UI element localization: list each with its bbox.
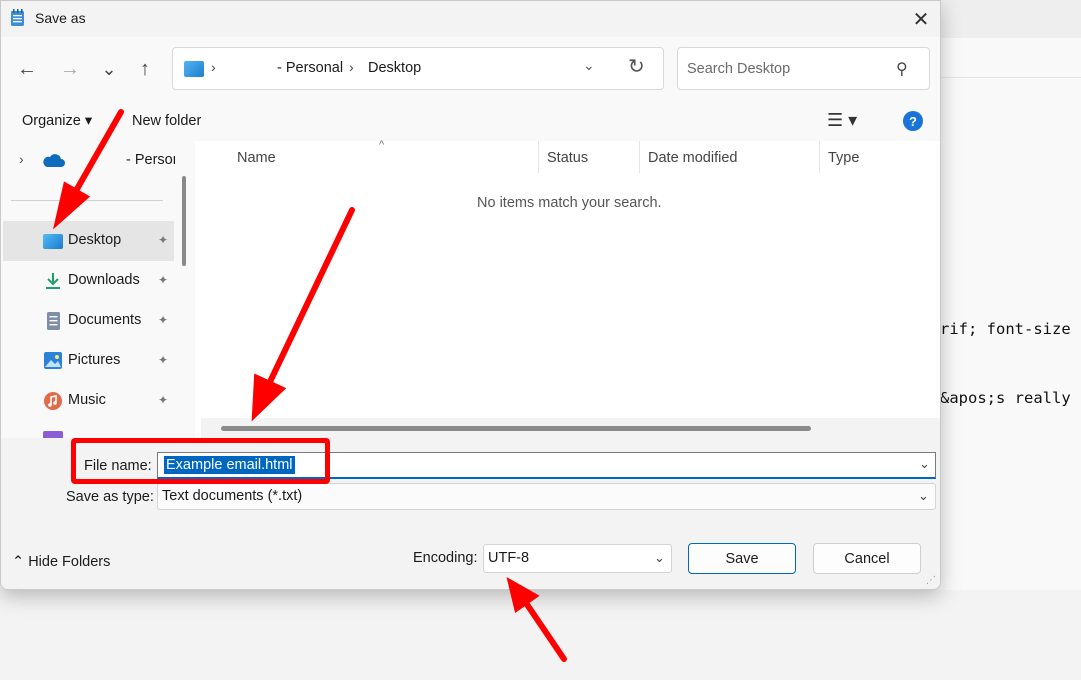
desktop-folder-icon <box>184 61 204 77</box>
column-divider[interactable] <box>538 141 539 173</box>
desktop-icon <box>43 234 63 249</box>
sidebar-item-desktop[interactable]: Desktop ✦ <box>3 221 174 261</box>
breadcrumb-desktop[interactable]: Desktop <box>368 60 421 76</box>
music-icon <box>44 392 62 410</box>
back-arrow-icon: ← <box>17 57 37 80</box>
navigation-scrollbar[interactable] <box>175 141 195 438</box>
forward-arrow-icon: → <box>60 57 80 80</box>
view-options-icon[interactable]: ☰ ▾ <box>827 110 857 131</box>
background-area <box>0 590 1081 680</box>
recent-locations-button[interactable]: ⌄ <box>91 51 127 87</box>
up-arrow-icon: ↑ <box>140 57 150 80</box>
save-as-type-label: Save as type: <box>66 489 154 505</box>
notepad-icon <box>11 9 24 26</box>
address-bar[interactable]: › - Personal › Desktop ⌄ ↻ <box>172 47 664 90</box>
empty-state-message: No items match your search. <box>477 195 662 211</box>
save-as-type-value: Text documents (*.txt) <box>162 488 303 504</box>
cancel-button[interactable]: Cancel <box>813 543 921 574</box>
close-icon: ✕ <box>912 8 930 31</box>
dialog-footer: ⌃ Hide Folders Encoding: UTF-8 ⌄ Save Ca… <box>1 520 940 589</box>
sidebar-divider <box>11 200 163 201</box>
chevron-down-icon: ⌄ <box>101 58 117 79</box>
encoding-select[interactable]: UTF-8 ⌄ <box>483 544 672 573</box>
expand-chevron-icon[interactable]: › <box>19 151 24 167</box>
search-input[interactable]: Search Desktop ⚲ <box>677 47 930 90</box>
pin-icon: ✦ <box>158 393 169 407</box>
horizontal-scrollbar[interactable] <box>201 418 940 438</box>
new-folder-button[interactable]: New folder <box>132 113 201 129</box>
pin-icon: ✦ <box>158 233 169 247</box>
resize-grip-icon[interactable]: ⋰ <box>926 575 936 586</box>
pictures-icon <box>44 352 62 369</box>
scrollbar-thumb[interactable] <box>221 426 811 431</box>
sidebar-item-label: Desktop <box>68 232 122 248</box>
download-icon <box>46 273 60 289</box>
sidebar-item-label: Music <box>68 392 106 408</box>
save-button[interactable]: Save <box>688 543 796 574</box>
back-button[interactable]: ← <box>9 51 45 87</box>
command-bar: Organize ▾ New folder ☰ ▾ ? <box>1 101 940 141</box>
pin-icon: ✦ <box>158 353 169 367</box>
hide-folders-button[interactable]: ⌃ Hide Folders <box>12 554 110 570</box>
sort-arrow-icon: ^ <box>379 139 385 151</box>
address-dropdown-icon[interactable]: ⌄ <box>583 57 595 74</box>
sidebar-item-label: Documents <box>68 312 142 328</box>
sidebar-item-label: Downloads <box>68 272 140 288</box>
breadcrumb-chevron-icon[interactable]: › <box>349 59 354 75</box>
sidebar-item-downloads[interactable]: Downloads ✦ <box>3 261 174 301</box>
sidebar-item-music[interactable]: Music ✦ <box>3 381 174 421</box>
pin-icon: ✦ <box>158 273 169 287</box>
column-header-name[interactable]: Name <box>237 150 276 166</box>
dialog-title: Save as <box>35 10 86 26</box>
refresh-icon[interactable]: ↻ <box>628 54 645 79</box>
hide-folders-label: Hide Folders <box>28 554 111 570</box>
search-placeholder: Search Desktop <box>687 61 791 77</box>
column-header-status[interactable]: Status <box>547 150 588 166</box>
breadcrumb-personal[interactable]: - Personal <box>277 60 343 76</box>
background-code-line: &apos;s really <box>940 389 1071 407</box>
up-button[interactable]: ↑ <box>127 51 163 87</box>
column-divider[interactable] <box>639 141 640 173</box>
background-tab-bar <box>940 38 1081 78</box>
documents-icon <box>47 312 60 330</box>
file-list: ^ Name Status Date modified Type No item… <box>195 139 940 438</box>
forward-button[interactable]: → <box>52 51 88 87</box>
background-title-bar <box>940 0 1081 38</box>
chevron-down-icon[interactable]: ⌄ <box>918 488 929 504</box>
chevron-down-icon[interactable]: ⌄ <box>654 550 665 566</box>
column-header-type[interactable]: Type <box>828 150 859 166</box>
pin-icon: ✦ <box>158 313 169 327</box>
sidebar-item-pictures[interactable]: Pictures ✦ <box>3 341 174 381</box>
sidebar-item-videos-partial[interactable] <box>3 425 174 438</box>
videos-icon <box>43 431 63 438</box>
onedrive-cloud-icon <box>43 154 65 167</box>
save-as-dialog: Save as ✕ ← → ⌄ ↑ › - Personal › Desktop… <box>0 0 941 590</box>
column-divider[interactable] <box>819 141 820 173</box>
chevron-up-icon: ⌃ <box>12 554 25 570</box>
navigation-pane: › - Persona Desktop ✦ Downloads ✦ <box>1 141 175 438</box>
annotation-highlight-box <box>71 438 330 484</box>
sidebar-item-onedrive[interactable]: › - Persona <box>3 141 175 181</box>
search-icon: ⚲ <box>896 61 908 78</box>
chevron-down-icon[interactable]: ⌄ <box>919 456 930 472</box>
column-header-date-modified[interactable]: Date modified <box>648 150 737 166</box>
sidebar-item-label: - Persona <box>126 152 175 168</box>
sidebar-item-label: Pictures <box>68 352 121 368</box>
help-icon[interactable]: ? <box>903 111 923 131</box>
sidebar-item-documents[interactable]: Documents ✦ <box>3 301 174 341</box>
organize-menu-button[interactable]: Organize ▾ <box>22 113 92 129</box>
navigation-bar: ← → ⌄ ↑ › - Personal › Desktop ⌄ ↻ Searc… <box>1 37 940 101</box>
title-bar: Save as ✕ <box>1 1 940 37</box>
encoding-value: UTF-8 <box>488 550 530 566</box>
save-as-type-select[interactable]: Text documents (*.txt) ⌄ <box>157 483 936 510</box>
close-button[interactable]: ✕ <box>901 1 940 37</box>
encoding-label: Encoding: <box>413 550 478 566</box>
scrollbar-thumb[interactable] <box>182 176 186 266</box>
breadcrumb-chevron-icon[interactable]: › <box>211 59 216 75</box>
background-code-line: rif; font-size <box>940 320 1071 338</box>
